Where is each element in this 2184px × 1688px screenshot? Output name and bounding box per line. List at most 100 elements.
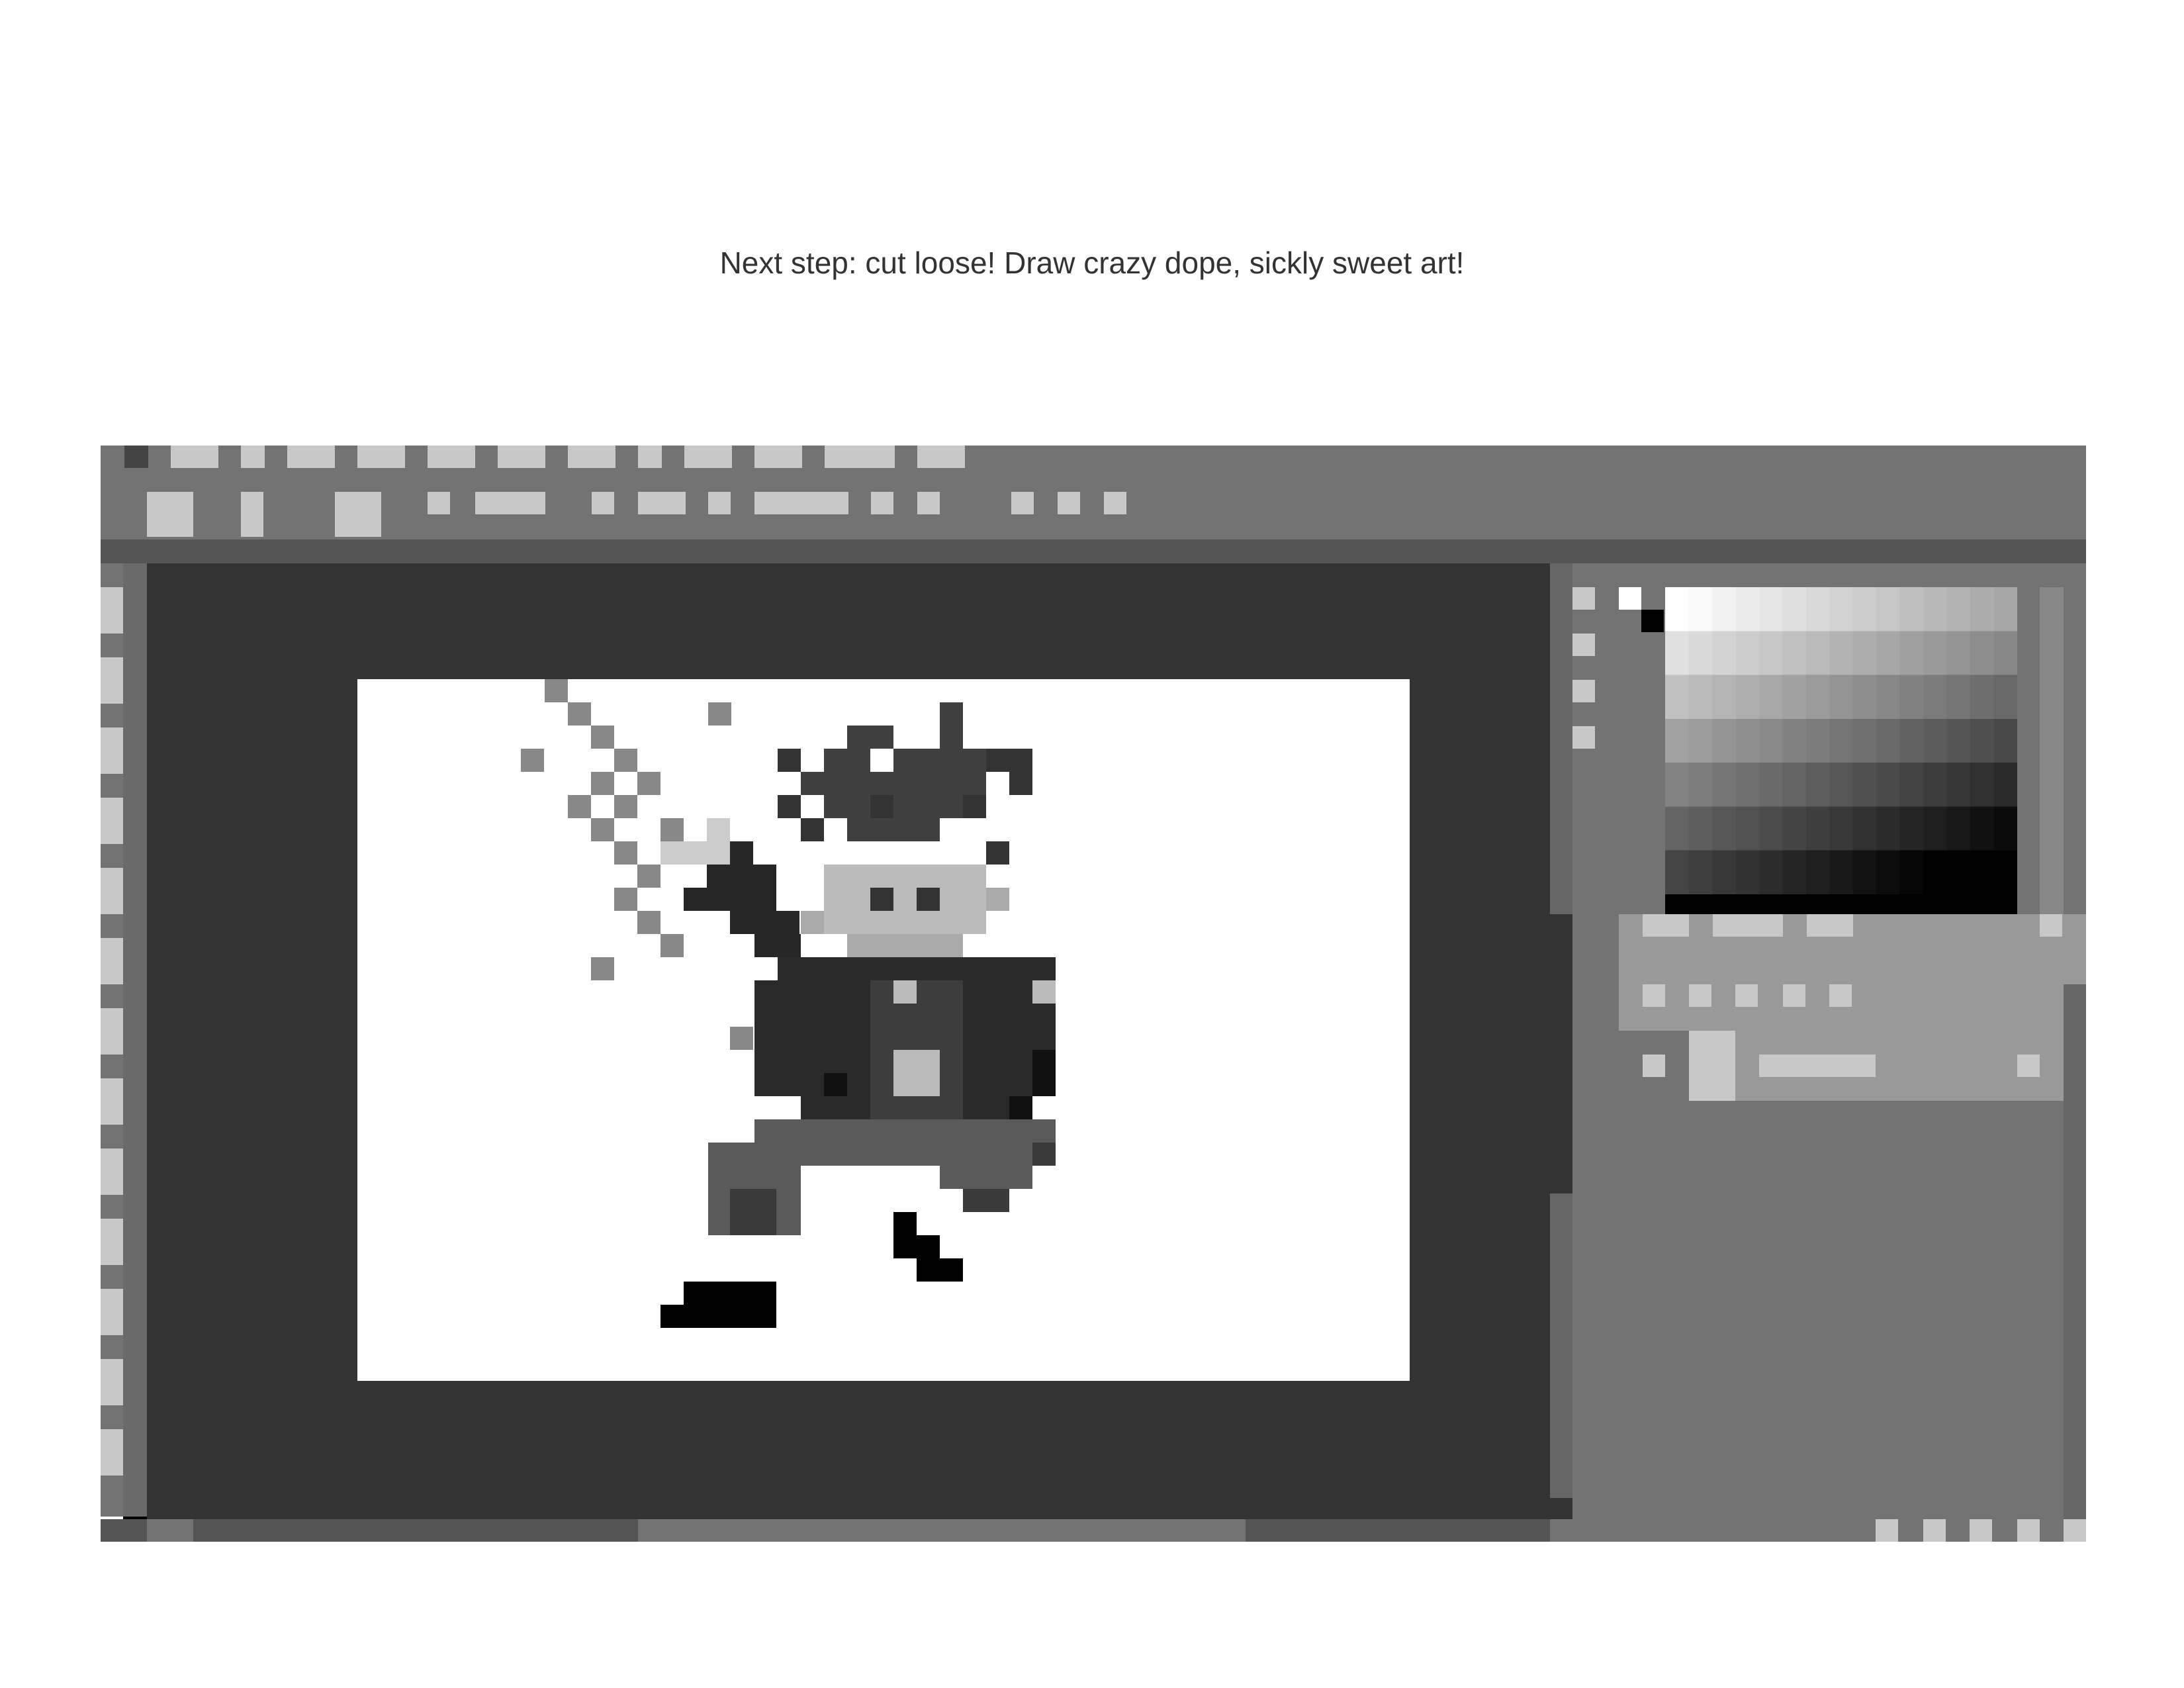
swatch-cell[interactable] (1711, 718, 1736, 763)
layers-tab-3[interactable] (1807, 914, 1853, 937)
swatch-cell[interactable] (1970, 587, 1995, 632)
swatch-cell[interactable] (1829, 718, 1854, 763)
tool-preset-button[interactable] (147, 492, 193, 537)
layer-footer-button-3[interactable] (1970, 1519, 1992, 1542)
option-checkbox-7[interactable] (1058, 492, 1080, 514)
swatch-cell[interactable] (1711, 675, 1736, 720)
swatch-cell[interactable] (1782, 675, 1807, 720)
swatch-cell[interactable] (1805, 763, 1830, 807)
swatch-cell[interactable] (1711, 587, 1736, 632)
layer-visibility-icon[interactable] (1643, 1055, 1665, 1077)
swatch-cell[interactable] (1970, 763, 1995, 807)
swatch-cell[interactable] (1852, 806, 1877, 851)
layers-tab-1[interactable] (1643, 914, 1689, 937)
swatch-cell[interactable] (1688, 806, 1713, 851)
layer-lock-icon[interactable] (2017, 1055, 2040, 1077)
menu-item-6[interactable] (498, 445, 545, 468)
tool-hand[interactable] (101, 1359, 123, 1405)
swatch-cell[interactable] (1688, 675, 1713, 720)
menu-item-4[interactable] (357, 445, 405, 468)
swatch-cell[interactable] (1923, 850, 1948, 895)
swatch-cell[interactable] (1876, 675, 1901, 720)
swatch-cell[interactable] (1782, 850, 1807, 895)
panel-icon-4[interactable] (1572, 726, 1595, 749)
swatch-cell[interactable] (1993, 718, 2018, 763)
swatch-cell[interactable] (1711, 631, 1736, 675)
swatch-cell[interactable] (1852, 631, 1877, 675)
panel-icon-2[interactable] (1572, 633, 1595, 656)
swatch-cell[interactable] (1876, 850, 1901, 895)
option-toggle-1[interactable] (241, 492, 263, 537)
option-field-2[interactable] (638, 492, 686, 514)
layers-tab-2[interactable] (1713, 914, 1783, 937)
swatch-cell[interactable] (1993, 587, 2018, 632)
option-checkbox-1[interactable] (428, 492, 450, 514)
swatch-cell[interactable] (1946, 718, 1971, 763)
app-icon[interactable] (124, 445, 148, 468)
swatch-scrollbar[interactable] (2040, 587, 2064, 914)
panel-icon-1[interactable] (1572, 587, 1595, 610)
layer-option-1[interactable] (1643, 984, 1665, 1007)
tool-marquee[interactable] (101, 657, 123, 704)
horizontal-scrollbar-thumb[interactable] (638, 1519, 1246, 1542)
swatch-cell[interactable] (1993, 763, 2018, 807)
option-field-1[interactable] (475, 492, 545, 514)
swatch-cell[interactable] (1970, 631, 1995, 675)
option-checkbox-3[interactable] (708, 492, 731, 514)
menu-item-11[interactable] (825, 445, 895, 468)
swatch-cell[interactable] (1876, 806, 1901, 851)
menu-item-1[interactable] (171, 445, 218, 468)
swatch-cell[interactable] (1688, 850, 1713, 895)
foreground-swatch[interactable] (1619, 587, 1641, 610)
swatch-cell[interactable] (1735, 806, 1760, 851)
swatch-cell[interactable] (1852, 675, 1877, 720)
swatch-cell[interactable] (1711, 763, 1736, 807)
tool-eyedropper[interactable] (101, 938, 123, 984)
tool-text[interactable] (101, 1289, 123, 1335)
panel-icon-3[interactable] (1572, 680, 1595, 702)
swatch-cell[interactable] (1899, 718, 1924, 763)
swatch-cell[interactable] (1805, 806, 1830, 851)
swatch-cell[interactable] (1829, 631, 1854, 675)
layer-footer-button-1[interactable] (1876, 1519, 1898, 1542)
layer-thumbnail[interactable] (1689, 1031, 1735, 1101)
swatch-cell[interactable] (1829, 850, 1854, 895)
swatch-cell[interactable] (1876, 718, 1901, 763)
swatch-cell[interactable] (1899, 850, 1924, 895)
swatch-cell[interactable] (1665, 675, 1689, 720)
layer-option-3[interactable] (1735, 984, 1758, 1007)
swatch-cell[interactable] (1782, 763, 1807, 807)
tool-move[interactable] (101, 587, 123, 633)
layer-footer-button-5[interactable] (2064, 1519, 2086, 1542)
swatch-cell[interactable] (1782, 587, 1807, 632)
layer-option-5[interactable] (1829, 984, 1852, 1007)
swatch-cell[interactable] (1876, 587, 1901, 632)
swatch-cell[interactable] (1688, 763, 1713, 807)
swatch-cell[interactable] (1993, 631, 2018, 675)
swatch-cell[interactable] (1711, 806, 1736, 851)
option-checkbox-6[interactable] (1011, 492, 1034, 514)
swatch-cell[interactable] (1923, 806, 1948, 851)
layer-name[interactable] (1759, 1055, 1876, 1077)
swatch-cell[interactable] (1946, 587, 1971, 632)
swatch-cell[interactable] (1852, 587, 1877, 632)
swatch-cell[interactable] (1782, 806, 1807, 851)
swatch-cell[interactable] (1899, 631, 1924, 675)
layer-option-4[interactable] (1783, 984, 1805, 1007)
swatch-cell[interactable] (1758, 763, 1783, 807)
swatch-cell[interactable] (1970, 850, 1995, 895)
swatch-cell[interactable] (1993, 850, 2018, 895)
menu-item-2[interactable] (241, 445, 265, 468)
option-checkbox-2[interactable] (592, 492, 614, 514)
swatch-cell[interactable] (1665, 850, 1689, 895)
swatch-cell[interactable] (1758, 718, 1783, 763)
swatch-grid[interactable] (1665, 587, 2018, 939)
swatch-cell[interactable] (1993, 675, 2018, 720)
swatch-cell[interactable] (1899, 763, 1924, 807)
tool-eraser[interactable] (101, 1149, 123, 1195)
swatch-cell[interactable] (1946, 631, 1971, 675)
layers-menu-button[interactable] (2040, 914, 2062, 937)
menu-item-7[interactable] (568, 445, 615, 468)
layers-scrollbar[interactable] (2064, 984, 2086, 1521)
menu-item-8[interactable] (638, 445, 662, 468)
